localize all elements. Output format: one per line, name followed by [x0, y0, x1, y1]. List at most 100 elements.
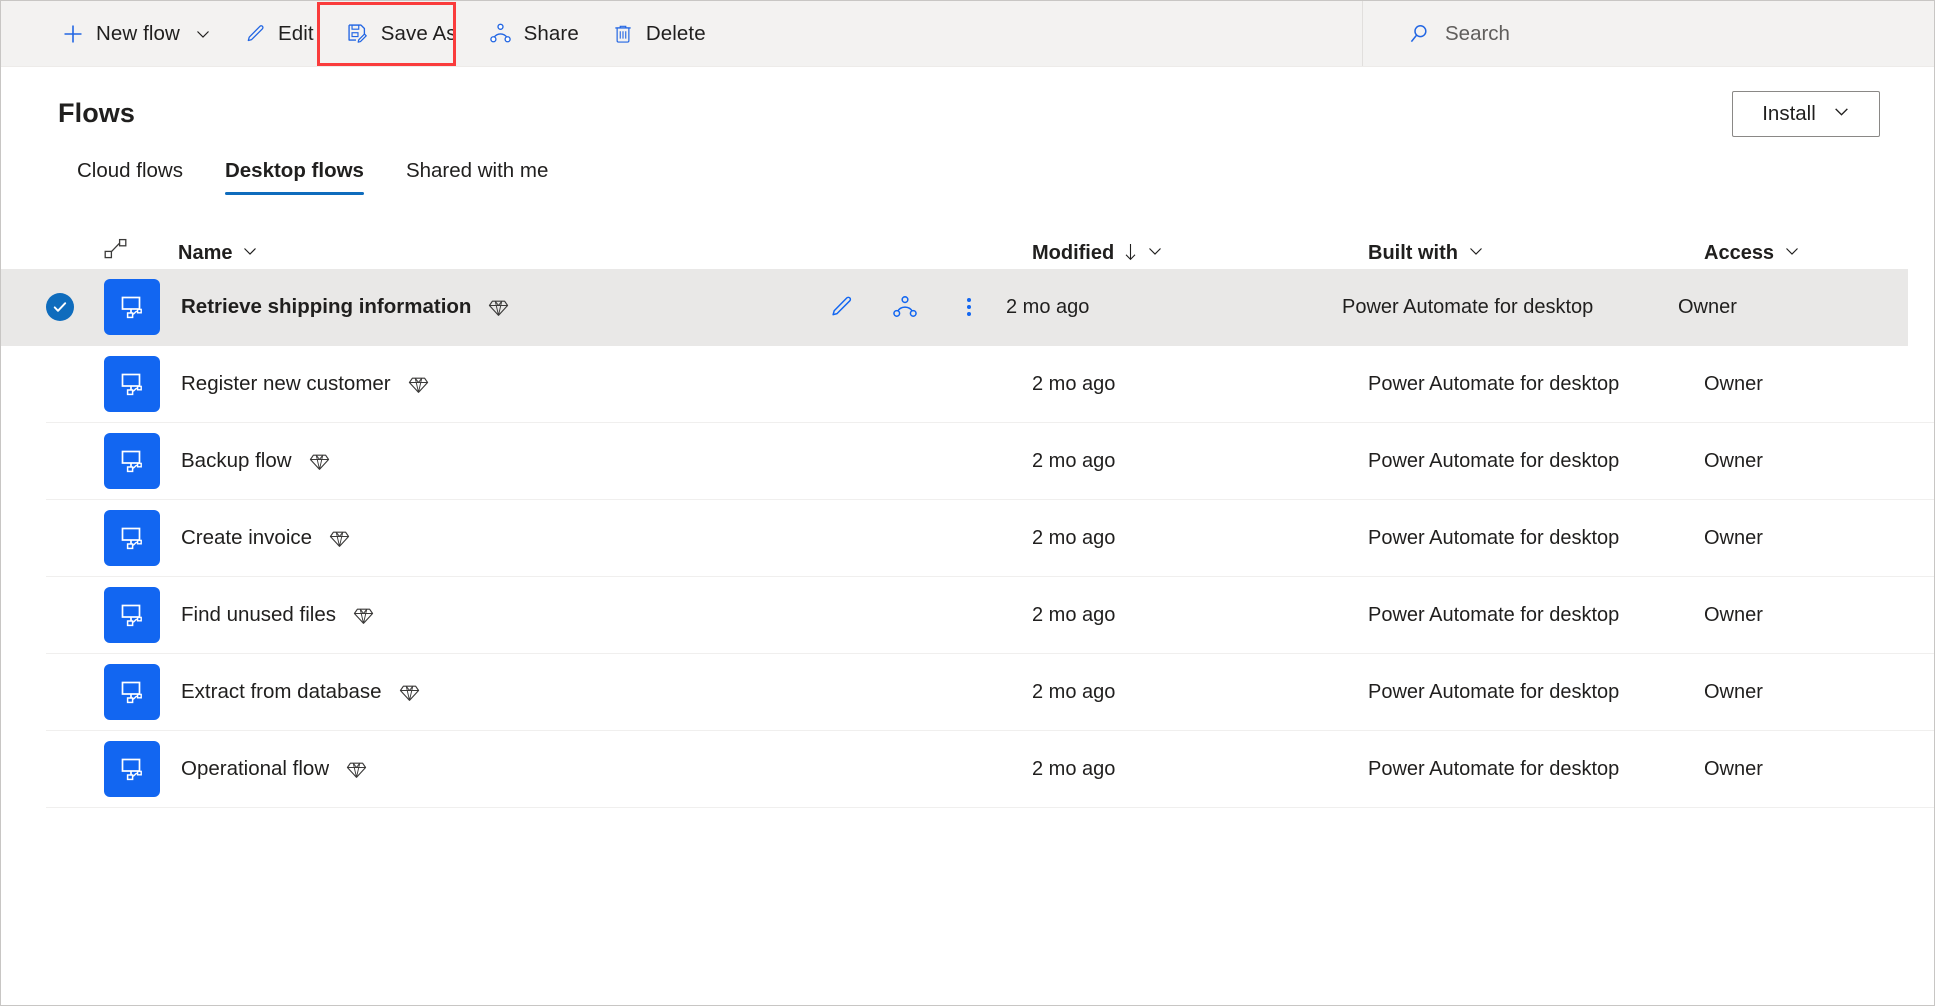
search-placeholder: Search [1445, 21, 1510, 45]
flow-name-cell: Create invoice [181, 526, 852, 550]
flow-name-link[interactable]: Create invoice [181, 526, 312, 550]
delete-button[interactable]: Delete [595, 1, 722, 66]
premium-diamond-icon [488, 297, 509, 318]
search-icon [1407, 22, 1431, 46]
flow-name-link[interactable]: Backup flow [181, 449, 292, 473]
built-with-cell: Power Automate for desktop [1368, 604, 1704, 627]
desktop-flow-icon [104, 587, 160, 643]
table-row[interactable]: Backup flow 2 mo ago Power Automate for … [46, 423, 1934, 500]
tab-cloud-flows[interactable]: Cloud flows [56, 159, 204, 195]
row-checkbox[interactable] [46, 293, 104, 321]
built-with-value: Power Automate for desktop [1368, 372, 1620, 395]
premium-diamond-icon [399, 682, 420, 703]
desktop-flow-icon [104, 741, 160, 797]
share-button[interactable]: Share [473, 1, 595, 66]
table-row[interactable]: Extract from database 2 mo ago Power Aut… [46, 654, 1934, 731]
built-with-cell: Power Automate for desktop [1368, 681, 1704, 704]
flow-name-link[interactable]: Extract from database [181, 680, 382, 704]
modified-value: 2 mo ago [1032, 757, 1116, 780]
column-header-access[interactable]: Access [1704, 242, 1934, 265]
search-input[interactable]: Search [1407, 22, 1510, 46]
flow-icon-cell [104, 510, 181, 566]
desktop-flow-icon [104, 433, 160, 489]
new-flow-label: New flow [96, 21, 180, 45]
access-cell: Owner [1704, 527, 1934, 550]
access-value: Owner [1704, 526, 1763, 549]
flow-name-cell: Backup flow [181, 449, 852, 473]
page-header: Flows Install [1, 67, 1934, 137]
table-header-row: Name Modified Built with Access [1, 227, 1934, 269]
trash-icon [611, 22, 635, 46]
table-row[interactable]: Create invoice 2 mo ago Power Automate f… [46, 500, 1934, 577]
flow-name-link[interactable]: Operational flow [181, 757, 329, 781]
built-with-value: Power Automate for desktop [1368, 603, 1620, 626]
flow-type-icon [104, 238, 128, 265]
premium-diamond-icon [408, 374, 429, 395]
built-with-cell: Power Automate for desktop [1368, 373, 1704, 396]
flow-name-cell: Find unused files [181, 603, 852, 627]
delete-label: Delete [645, 21, 706, 45]
row-edit-icon[interactable] [826, 292, 856, 322]
built-with-cell: Power Automate for desktop [1368, 527, 1704, 550]
install-label: Install [1762, 102, 1816, 125]
column-header-built-with[interactable]: Built with [1368, 242, 1704, 265]
chevron-down-icon [195, 26, 211, 42]
save-as-button[interactable]: Save As [330, 1, 473, 66]
column-header-modified[interactable]: Modified [1032, 242, 1368, 265]
desktop-flow-icon [104, 356, 160, 412]
access-value: Owner [1704, 757, 1763, 780]
share-icon [489, 22, 513, 46]
column-header-flow-type[interactable] [104, 238, 178, 265]
row-more-options-icon[interactable] [954, 292, 984, 322]
checkbox-checked-icon[interactable] [46, 293, 74, 321]
flow-name-link[interactable]: Find unused files [181, 603, 336, 627]
chevron-down-icon [1147, 242, 1163, 265]
modified-cell: 2 mo ago [1032, 373, 1368, 396]
flow-icon-cell [104, 356, 181, 412]
column-header-name[interactable]: Name [178, 242, 1032, 265]
command-bar-items: New flow Edit Save As Share Delete [1, 1, 722, 66]
edit-button[interactable]: Edit [227, 1, 330, 66]
tab-desktop-flows-label: Desktop flows [224, 159, 364, 182]
access-value: Owner [1678, 295, 1737, 318]
flow-icon-cell [104, 587, 181, 643]
premium-diamond-icon [309, 451, 330, 472]
column-header-name-label: Name [178, 242, 233, 264]
premium-diamond-icon [346, 759, 367, 780]
access-cell: Owner [1704, 450, 1934, 473]
access-cell: Owner [1704, 681, 1934, 704]
chevron-down-icon [1833, 103, 1850, 125]
table-row[interactable]: Retrieve shipping information 2 mo ago P… [1, 269, 1908, 346]
access-value: Owner [1704, 680, 1763, 703]
built-with-cell: Power Automate for desktop [1368, 758, 1704, 781]
table-row[interactable]: Register new customer 2 mo ago Power Aut… [46, 346, 1934, 423]
row-share-icon[interactable] [890, 292, 920, 322]
modified-value: 2 mo ago [1032, 680, 1116, 703]
table-row[interactable]: Operational flow 2 mo ago Power Automate… [46, 731, 1934, 808]
flow-name-link[interactable]: Retrieve shipping information [181, 295, 471, 319]
access-value: Owner [1704, 372, 1763, 395]
tab-desktop-flows[interactable]: Desktop flows [204, 159, 385, 195]
tab-cloud-flows-label: Cloud flows [77, 159, 183, 182]
access-cell: Owner [1704, 373, 1934, 396]
built-with-value: Power Automate for desktop [1368, 526, 1620, 549]
flow-name-link[interactable]: Register new customer [181, 372, 391, 396]
new-flow-button[interactable]: New flow [45, 1, 227, 66]
desktop-flow-icon [104, 510, 160, 566]
flow-icon-cell [104, 741, 181, 797]
pencil-icon [243, 22, 267, 46]
chevron-down-icon [1468, 242, 1484, 265]
tab-list: Cloud flows Desktop flows Shared with me [1, 159, 1934, 195]
column-header-access-label: Access [1704, 242, 1775, 264]
table-row[interactable]: Find unused files 2 mo ago Power Automat… [46, 577, 1934, 654]
modified-cell: 2 mo ago [1032, 604, 1368, 627]
built-with-cell: Power Automate for desktop [1342, 296, 1678, 319]
page-title: Flows [58, 98, 136, 128]
install-button[interactable]: Install [1732, 91, 1880, 137]
tab-shared-with-me[interactable]: Shared with me [385, 159, 569, 195]
modified-value: 2 mo ago [1006, 295, 1090, 318]
modified-cell: 2 mo ago [1006, 296, 1342, 319]
modified-cell: 2 mo ago [1032, 527, 1368, 550]
flow-icon-cell [104, 664, 181, 720]
flow-icon-cell [104, 279, 181, 335]
